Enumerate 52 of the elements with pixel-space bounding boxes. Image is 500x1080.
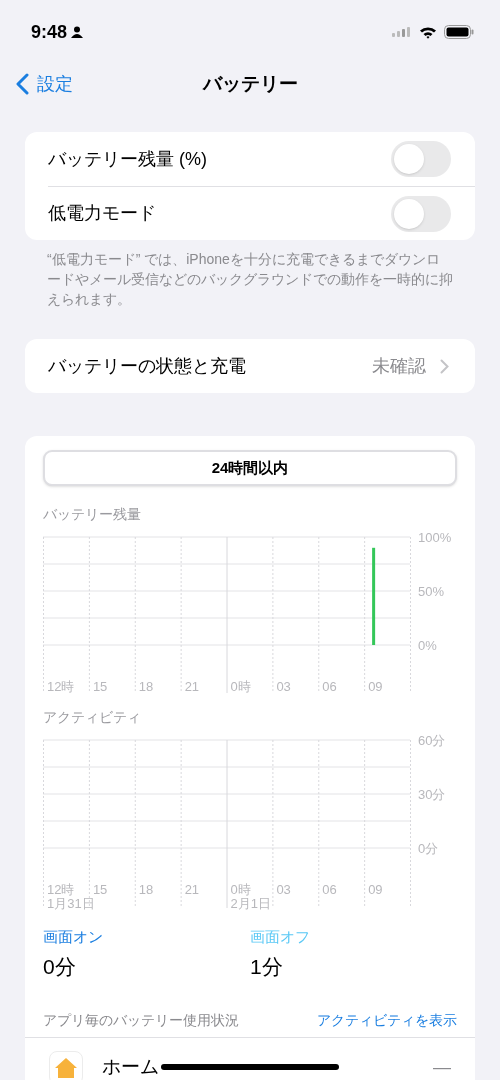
y-tick-label: 60分	[418, 733, 446, 748]
chart-title: バッテリー残量	[43, 505, 142, 524]
battery-health-row[interactable]: バッテリーの状態と充電 未確認	[25, 339, 475, 393]
legend-value: 1分	[250, 953, 284, 980]
x-tick-label: 15	[92, 882, 108, 897]
y-tick-label: 100%	[418, 530, 452, 545]
legend-value: 0分	[43, 953, 77, 980]
back-button[interactable]: 設定	[0, 70, 73, 98]
chevron-right-icon	[440, 358, 449, 374]
row-label: バッテリーの状態と充電	[48, 354, 246, 378]
x-tick-label: 21	[184, 679, 200, 694]
app-usage: —	[433, 1056, 451, 1079]
row-value: 未確認	[372, 354, 426, 378]
x-tick-label: 21	[184, 882, 200, 897]
x-tick-label: 03	[276, 882, 291, 897]
date-label: 1月31日	[47, 896, 95, 911]
y-tick-label: 50%	[418, 584, 445, 599]
x-tick-label: 09	[368, 882, 383, 897]
page-title: バッテリー	[202, 71, 298, 96]
section-header: アプリ毎のバッテリー使用状況	[43, 1011, 239, 1030]
setting-label: バッテリー残量 (%)	[48, 147, 207, 171]
person-icon	[71, 26, 84, 38]
x-tick-label: 18	[138, 882, 154, 897]
chart-title: アクティビティ	[43, 708, 142, 727]
y-tick-label: 30分	[418, 787, 446, 802]
date-label: 2月1日	[230, 896, 271, 911]
legend-label: 画面オン	[43, 927, 104, 947]
x-tick-label: 03	[276, 679, 291, 694]
chevron-left-icon	[16, 73, 29, 95]
x-tick-label: 12時	[47, 882, 75, 897]
wifi-icon	[419, 25, 437, 39]
app-name: ホーム	[102, 1055, 159, 1080]
status-time: 9:48	[31, 20, 68, 44]
y-tick-label: 0%	[418, 638, 437, 653]
battery-icon	[444, 25, 474, 39]
signal-icon	[392, 27, 412, 37]
legend-label: 画面オフ	[250, 927, 311, 947]
x-tick-label: 12時	[47, 679, 75, 694]
footer-note: “低電力モード” では、iPhoneを十分に充電できるまでダウンロードやメール受信などのバックグラウンドでの動作を一時的に抑えられます。	[46, 250, 454, 309]
x-tick-label: 15	[92, 679, 108, 694]
toggle-switch[interactable]	[391, 141, 451, 177]
x-tick-label: 0時	[230, 882, 251, 897]
setting-label: 低電力モード	[48, 202, 156, 225]
toggle-switch[interactable]	[391, 195, 451, 232]
y-tick-label: 0分	[418, 841, 439, 856]
x-tick-label: 06	[322, 882, 337, 897]
x-tick-label: 18	[138, 679, 154, 694]
show-activity-link[interactable]: アクティビティを表示	[317, 1010, 457, 1031]
x-tick-label: 0時	[230, 679, 251, 694]
x-tick-label: 06	[322, 679, 337, 694]
x-tick-label: 09	[368, 679, 383, 694]
range-tab[interactable]: 24時間以内	[43, 450, 457, 486]
